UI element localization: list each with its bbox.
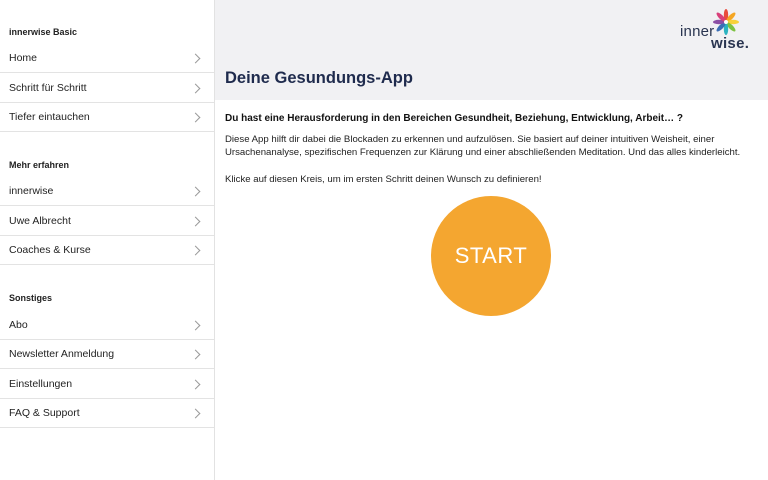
sidebar-item-label: Tiefer eintauchen (9, 111, 90, 123)
section-title-sonstiges: Sonstiges (9, 293, 53, 303)
logo-text-wise: wise. (711, 35, 750, 52)
sidebar-item-label: Home (9, 52, 38, 64)
headline: Du hast eine Herausforderung in den Bere… (225, 113, 684, 124)
start-button[interactable]: START (431, 196, 551, 316)
sidebar-item-label: Schritt für Schritt (9, 82, 87, 94)
section-title-mehr-erfahren: Mehr erfahren (9, 160, 70, 170)
page-title: Deine Gesundungs-App (225, 69, 413, 87)
flower-logo-icon (713, 9, 739, 35)
content-body: Du hast eine Herausforderung in den Bere… (225, 112, 755, 185)
section-title-innerwise-basic: innerwise Basic (9, 27, 78, 37)
sidebar-item-label: innerwise (9, 185, 54, 197)
sidebar-item-uwe-albrecht[interactable]: Uwe Albrecht (0, 207, 214, 236)
chevron-right-icon (190, 53, 201, 63)
innerwise-logo: inner wise. (678, 8, 758, 52)
description: Diese App hilft dir dabei die Blockaden … (225, 134, 741, 158)
sidebar-item-label: Uwe Albrecht (9, 215, 71, 227)
sidebar-item-schritt-fuer-schritt[interactable]: Schritt für Schritt (0, 74, 214, 103)
sidebar-item-label: FAQ & Support (9, 407, 80, 419)
header: inner wise. Deine Gesundungs-App (215, 0, 768, 100)
chevron-right-icon (190, 186, 201, 196)
chevron-right-icon (190, 320, 201, 330)
sidebar-item-einstellungen[interactable]: Einstellungen (0, 370, 214, 399)
sidebar-item-label: Einstellungen (9, 378, 73, 390)
call-to-action-text: Klicke auf diesen Kreis, um im ersten Sc… (225, 174, 542, 185)
sidebar-item-label: Coaches & Kurse (9, 244, 91, 256)
chevron-right-icon (190, 379, 201, 389)
sidebar-item-coaches-kurse[interactable]: Coaches & Kurse (0, 236, 214, 265)
sidebar-item-innerwise[interactable]: innerwise (0, 177, 214, 206)
chevron-right-icon (190, 216, 201, 226)
main-content: inner wise. Deine Gesundungs-App Du hast… (215, 0, 768, 480)
sidebar-item-label: Abo (9, 319, 28, 331)
chevron-right-icon (190, 408, 201, 418)
sidebar-item-newsletter[interactable]: Newsletter Anmeldung (0, 340, 214, 369)
sidebar-item-faq-support[interactable]: FAQ & Support (0, 399, 214, 428)
sidebar-item-home[interactable]: Home (0, 44, 214, 73)
logo-text-inner: inner (680, 23, 715, 40)
chevron-right-icon (190, 83, 201, 93)
chevron-right-icon (190, 112, 201, 122)
chevron-right-icon (190, 245, 201, 255)
chevron-right-icon (190, 349, 201, 359)
sidebar: innerwise Basic Home Schritt für Schritt… (0, 0, 215, 480)
sidebar-item-tiefer-eintauchen[interactable]: Tiefer eintauchen (0, 103, 214, 132)
sidebar-item-label: Newsletter Anmeldung (9, 348, 115, 360)
sidebar-item-abo[interactable]: Abo (0, 311, 214, 340)
